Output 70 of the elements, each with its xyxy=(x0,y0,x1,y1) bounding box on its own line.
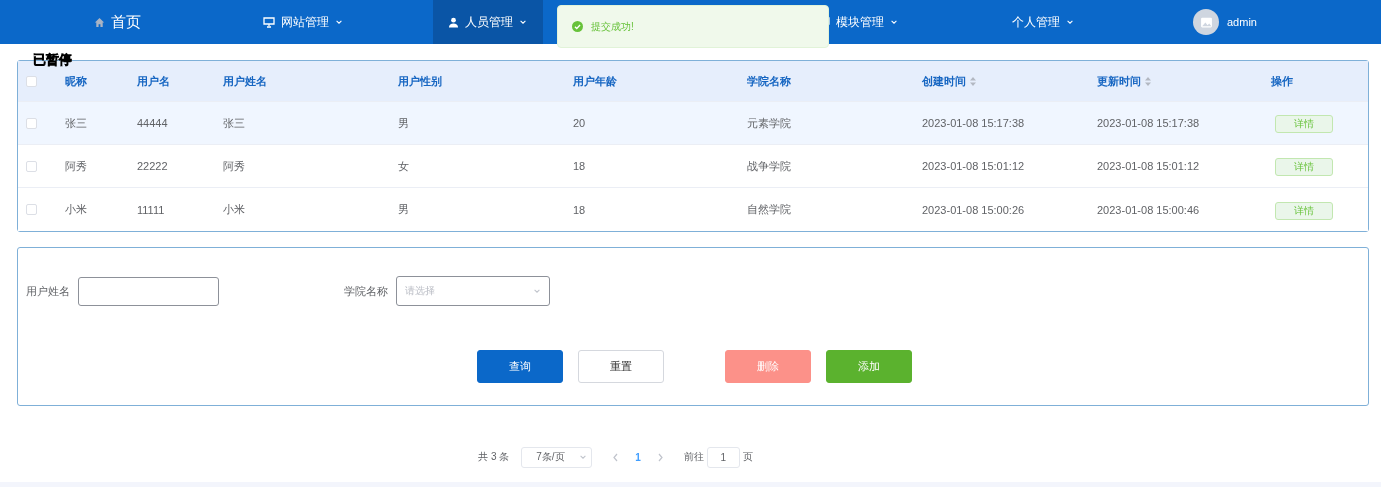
caret-icon xyxy=(889,18,898,26)
column-title: 用户性别 xyxy=(398,73,442,89)
table-cell-text: 阿秀 xyxy=(223,158,246,174)
row-checkbox[interactable] xyxy=(26,204,37,215)
table-cell-text: 小米 xyxy=(65,202,88,217)
nav-item[interactable]: 网站管理 xyxy=(247,0,358,44)
page-number[interactable]: 1 xyxy=(635,451,641,463)
caret-icon xyxy=(334,18,343,26)
table-cell-text: 2023-01-08 15:00:46 xyxy=(1097,203,1201,216)
table-cell-text: 2023-01-08 15:17:38 xyxy=(922,117,1026,129)
table-cell-text: 18 xyxy=(573,203,587,216)
column-title: 用户年龄 xyxy=(573,73,617,89)
table-cell-text: 2023-01-08 15:17:38 xyxy=(1097,117,1201,129)
column-title: 用户姓名 xyxy=(223,73,267,89)
table-cell-text: 男 xyxy=(398,202,410,217)
total-count: 共 3 条 xyxy=(478,450,510,464)
next-page-icon[interactable] xyxy=(656,452,664,462)
home-icon xyxy=(94,16,105,28)
user-icon xyxy=(448,16,459,28)
nav-item[interactable]: 人员管理 xyxy=(432,0,543,44)
caret-icon xyxy=(1065,18,1074,26)
column-title: 学院名称 xyxy=(747,73,791,89)
table-cell-text: 女 xyxy=(398,158,410,174)
action-button[interactable]: 重置 xyxy=(578,350,664,383)
prev-page-icon[interactable] xyxy=(612,452,620,462)
select-all-checkbox[interactable] xyxy=(26,75,37,87)
table-cell-text: 小米 xyxy=(223,202,246,217)
table-cell-text: 22222 xyxy=(137,160,169,172)
row-checkbox[interactable] xyxy=(26,117,37,129)
table-cell-text: 阿秀 xyxy=(65,158,88,174)
field-label: 学院名称 xyxy=(344,283,388,299)
sort-icon[interactable] xyxy=(970,76,976,86)
caret-icon xyxy=(533,287,541,295)
page-suffix: 页 xyxy=(742,450,753,464)
monitor-icon xyxy=(262,16,275,28)
column-title: 创建时间 xyxy=(922,73,966,89)
table-cell-text: 11111 xyxy=(137,203,166,216)
table-cell-text: 张三 xyxy=(65,115,88,131)
column-title: 更新时间 xyxy=(1097,73,1141,89)
table-cell-text: 2023-01-08 15:00:26 xyxy=(922,203,1026,216)
name-input[interactable] xyxy=(78,276,219,306)
check-circle-icon xyxy=(572,21,583,32)
table-cell-text: 男 xyxy=(398,115,410,131)
table-cell-text: 2023-01-08 15:01:12 xyxy=(922,160,1026,172)
goto-page-input[interactable]: 1 xyxy=(706,446,740,468)
nav-item[interactable]: 首页 xyxy=(62,0,173,44)
row-checkbox[interactable] xyxy=(26,160,37,172)
field-label: 用户姓名 xyxy=(26,283,70,299)
sort-icon[interactable] xyxy=(1145,76,1151,86)
table-cell-text: 自然学院 xyxy=(747,202,792,217)
column-title: 昵称 xyxy=(65,73,87,89)
toast-message: 提交成功! xyxy=(591,19,634,34)
paused-label: 已暂停 xyxy=(33,51,72,69)
table-cell-text: 张三 xyxy=(223,115,246,131)
table-cell-text: 44444 xyxy=(137,117,169,129)
table-cell-text: 2023-01-08 15:01:12 xyxy=(1097,160,1201,172)
avatar-icon[interactable] xyxy=(1193,9,1219,35)
goto-label: 前往 xyxy=(683,450,704,464)
column-title: 操作 xyxy=(1271,73,1293,89)
caret-icon xyxy=(579,453,588,461)
table-cell-text: 20 xyxy=(573,117,587,129)
table-cell-text: 18 xyxy=(573,160,587,172)
nav-item[interactable]: 个人管理 xyxy=(987,0,1098,44)
table-cell-text: 战争学院 xyxy=(747,158,792,174)
action-button[interactable]: 查询 xyxy=(477,350,563,383)
page-size-select[interactable]: 7条/页 xyxy=(521,446,593,468)
user-name[interactable]: admin xyxy=(1227,16,1257,28)
table-cell-text: 元素学院 xyxy=(747,115,792,131)
caret-icon xyxy=(519,18,527,26)
column-title: 用户名 xyxy=(137,73,170,89)
